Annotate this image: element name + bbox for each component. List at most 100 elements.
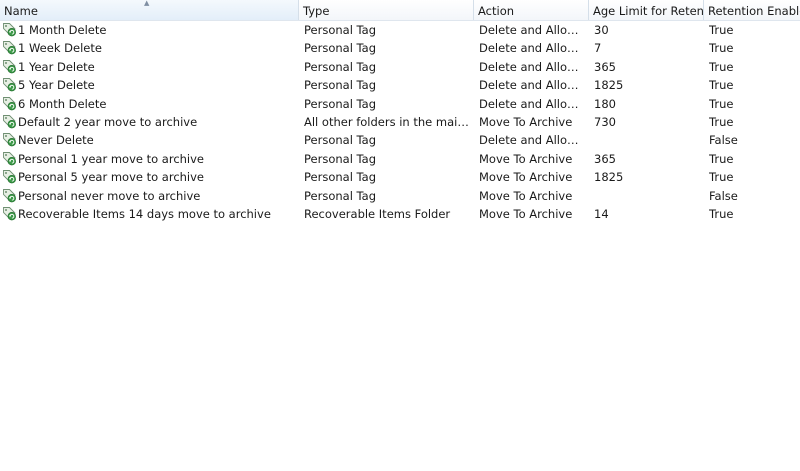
column-header-action[interactable]: Action — [474, 0, 589, 20]
table-body: 1 Month Delete Personal Tag Delete and A… — [0, 21, 800, 223]
row-type: Personal Tag — [304, 170, 377, 185]
retention-tag-icon — [3, 59, 16, 74]
table-row[interactable]: 5 Year Delete Personal Tag Delete and Al… — [0, 76, 800, 94]
column-header-name[interactable]: ▲ Name — [0, 0, 299, 20]
row-name-cell: Default 2 year move to archive — [0, 113, 295, 131]
row-name-cell: Never Delete — [0, 131, 295, 149]
column-header-bar: ▲ Name Type Action Age Limit for Reten..… — [0, 0, 800, 21]
retention-tag-icon — [3, 151, 16, 166]
row-action: Delete and Allow R... — [479, 78, 585, 93]
row-age-limit: 1825 — [594, 170, 624, 185]
row-retention-enabled: True — [709, 78, 734, 93]
row-type: All other folders in the mailbox — [304, 114, 470, 129]
row-action: Move To Archive — [479, 151, 573, 166]
table-row[interactable]: 1 Week Delete Personal Tag Delete and Al… — [0, 39, 800, 57]
row-age-limit — [594, 131, 700, 149]
row-name-cell: 1 Year Delete — [0, 58, 295, 76]
row-name: Never Delete — [18, 133, 94, 148]
table-row[interactable]: Never Delete Personal Tag Delete and All… — [0, 131, 800, 149]
row-retention-enabled: False — [709, 133, 738, 148]
row-action: Delete and Allow R... — [479, 41, 585, 56]
table-row[interactable]: Personal never move to archive Personal … — [0, 187, 800, 205]
row-action: Delete and Allow R... — [479, 23, 585, 37]
sort-ascending-icon: ▲ — [144, 0, 150, 7]
retention-tag-icon — [3, 115, 16, 129]
retention-tag-icon — [3, 96, 16, 110]
row-type: Personal Tag — [304, 151, 377, 166]
row-name: Personal never move to archive — [18, 188, 201, 203]
table-row[interactable]: 1 Year Delete Personal Tag Delete and Al… — [0, 58, 800, 76]
row-type: Personal Tag — [304, 59, 377, 74]
row-name: Default 2 year move to archive — [18, 114, 198, 129]
row-type: Personal Tag — [304, 23, 377, 37]
row-action: Move To Archive — [479, 114, 573, 129]
row-name: 1 Month Delete — [18, 23, 107, 37]
row-retention-enabled: False — [709, 188, 738, 203]
column-header-age-limit[interactable]: Age Limit for Reten... — [589, 0, 704, 20]
row-name: 5 Year Delete — [18, 78, 95, 93]
row-name: Personal 5 year move to archive — [18, 170, 205, 185]
row-action: Delete and Allow R... — [479, 59, 585, 74]
retention-tag-icon — [3, 206, 16, 221]
table-row[interactable]: Personal 1 year move to archive Personal… — [0, 150, 800, 168]
retention-tag-icon — [3, 23, 16, 37]
row-action: Delete and Allow R... — [479, 133, 585, 148]
row-retention-enabled: True — [709, 151, 734, 166]
row-age-limit — [594, 187, 700, 205]
row-age-limit: 365 — [594, 151, 616, 166]
retention-tag-icon — [3, 41, 16, 55]
table-row[interactable]: 1 Month Delete Personal Tag Delete and A… — [0, 21, 800, 39]
row-name: 1 Year Delete — [18, 59, 95, 74]
row-retention-enabled: True — [709, 114, 734, 129]
row-age-limit: 30 — [594, 23, 609, 37]
row-age-limit: 7 — [594, 41, 602, 56]
row-retention-enabled: True — [709, 206, 734, 221]
row-retention-enabled: True — [709, 59, 734, 74]
row-type: Personal Tag — [304, 133, 377, 148]
row-retention-enabled: True — [709, 41, 734, 56]
retention-tag-icon — [3, 78, 16, 92]
row-name: Personal 1 year move to archive — [18, 151, 205, 166]
row-name-cell: 1 Month Delete — [0, 21, 295, 39]
table-row[interactable]: 6 Month Delete Personal Tag Delete and A… — [0, 95, 800, 113]
row-action: Move To Archive — [479, 188, 573, 203]
row-name-cell: 6 Month Delete — [0, 95, 295, 113]
row-name-cell: 1 Week Delete — [0, 39, 295, 57]
row-retention-enabled: True — [709, 96, 734, 111]
row-action: Move To Archive — [479, 206, 573, 221]
row-action: Move To Archive — [479, 170, 573, 185]
retention-tag-icon — [3, 188, 16, 202]
retention-tags-list: ▲ Name Type Action Age Limit for Reten..… — [0, 0, 800, 471]
row-name: 1 Week Delete — [18, 41, 102, 56]
column-header-type-label: Type — [303, 4, 330, 18]
row-retention-enabled: True — [709, 170, 734, 185]
row-name-cell: Personal never move to archive — [0, 187, 295, 205]
column-header-retention-enabled[interactable]: Retention Enabled — [704, 0, 800, 20]
row-type: Recoverable Items Folder — [304, 206, 451, 221]
row-age-limit: 1825 — [594, 78, 624, 93]
table-row[interactable]: Personal 5 year move to archive Personal… — [0, 168, 800, 186]
retention-tag-icon — [3, 170, 16, 184]
row-retention-enabled: True — [709, 23, 734, 37]
row-type: Personal Tag — [304, 78, 377, 93]
column-header-name-label: Name — [4, 4, 38, 18]
table-row[interactable]: Default 2 year move to archive All other… — [0, 113, 800, 131]
column-header-type[interactable]: Type — [299, 0, 474, 20]
row-name-cell: 5 Year Delete — [0, 76, 295, 94]
row-name: 6 Month Delete — [18, 96, 107, 111]
column-header-age-limit-label: Age Limit for Reten... — [593, 4, 704, 18]
row-name-cell: Personal 5 year move to archive — [0, 168, 295, 186]
row-type: Personal Tag — [304, 96, 377, 111]
row-age-limit: 365 — [594, 59, 616, 74]
column-header-retention-enabled-label: Retention Enabled — [708, 4, 800, 18]
row-name-cell: Recoverable Items 14 days move to archiv… — [0, 205, 295, 223]
row-type: Personal Tag — [304, 188, 377, 203]
row-action: Delete and Allow R... — [479, 96, 585, 111]
table-row[interactable]: Recoverable Items 14 days move to archiv… — [0, 205, 800, 223]
row-age-limit: 730 — [594, 114, 616, 129]
row-name: Recoverable Items 14 days move to archiv… — [18, 206, 271, 221]
row-age-limit: 180 — [594, 96, 616, 111]
row-name-cell: Personal 1 year move to archive — [0, 150, 295, 168]
row-type: Personal Tag — [304, 41, 377, 56]
row-age-limit: 14 — [594, 206, 609, 221]
